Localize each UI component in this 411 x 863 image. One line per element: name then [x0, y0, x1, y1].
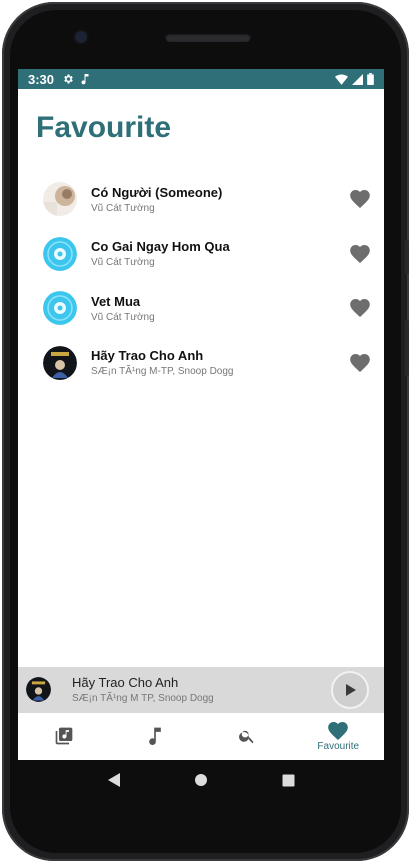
page-title: Favourite	[36, 111, 172, 144]
system-navigation-bar	[18, 760, 384, 800]
song-title: Hãy Trao Cho Anh	[91, 348, 204, 364]
heart-icon[interactable]	[350, 353, 370, 372]
earpiece-speaker	[165, 33, 251, 42]
disc-icon	[43, 291, 77, 326]
list-item[interactable]: Có Người (Someone) Vũ Cát Tường	[18, 172, 384, 227]
library-icon	[55, 727, 73, 745]
song-title: Co Gai Ngay Hom Qua	[91, 239, 230, 255]
bottom-navigation: Favourite	[18, 713, 384, 760]
status-bar: 3:30	[18, 69, 384, 89]
favourites-list: Có Người (Someone) Vũ Cát Tường Co Gai N…	[18, 172, 384, 390]
signal-icon	[352, 73, 363, 85]
search-icon	[238, 730, 254, 744]
list-item[interactable]: Hãy Trao Cho Anh SÆ¡n TÃ¹ng M-TP, Snoop …	[18, 336, 384, 391]
music-note-icon	[81, 74, 89, 85]
status-time: 3:30	[28, 71, 55, 87]
front-camera	[75, 31, 87, 43]
nav-search[interactable]	[201, 713, 293, 760]
list-item[interactable]: Co Gai Ngay Hom Qua Vũ Cát Tường	[18, 227, 384, 282]
nav-songs[interactable]	[110, 713, 202, 760]
song-artist: Vũ Cát Tường	[91, 202, 155, 214]
album-art	[26, 677, 51, 702]
home-icon[interactable]	[194, 773, 208, 787]
music-note-icon	[149, 727, 162, 745]
song-artist: Vũ Cát Tường	[91, 257, 155, 269]
album-art	[43, 182, 77, 217]
wifi-icon	[335, 73, 348, 85]
song-title: Vet Mua	[91, 293, 141, 309]
now-playing-title: Hãy Trao Cho Anh	[72, 675, 179, 690]
song-artist: Vũ Cát Tường	[91, 311, 155, 323]
app-screen: 3:30 Favourite Có Người (Someone) Vũ Cát…	[18, 69, 384, 760]
play-button[interactable]	[331, 671, 369, 709]
album-art	[43, 345, 77, 380]
nav-favourite[interactable]: Favourite	[293, 713, 385, 760]
nav-library[interactable]	[18, 713, 110, 760]
list-item[interactable]: Vet Mua Vũ Cát Tường	[18, 281, 384, 336]
now-playing-artist: SÆ¡n TÃ¹ng M TP, Snoop Dogg	[72, 693, 214, 704]
heart-icon[interactable]	[350, 244, 370, 263]
recents-icon[interactable]	[282, 774, 295, 787]
volume-button	[405, 320, 409, 376]
back-icon[interactable]	[107, 772, 121, 788]
battery-icon	[367, 73, 374, 85]
song-artist: SÆ¡n TÃ¹ng M-TP, Snoop Dogg	[91, 366, 234, 378]
heart-icon	[328, 721, 349, 740]
gear-icon	[64, 74, 73, 84]
song-title: Có Người (Someone)	[91, 184, 223, 200]
mini-player[interactable]: Hãy Trao Cho Anh SÆ¡n TÃ¹ng M TP, Snoop …	[18, 667, 384, 713]
nav-label-favourite: Favourite	[317, 740, 360, 752]
heart-icon[interactable]	[350, 190, 370, 209]
power-button	[405, 240, 409, 274]
disc-icon	[43, 236, 77, 271]
heart-icon[interactable]	[350, 299, 370, 318]
play-icon	[346, 684, 356, 696]
